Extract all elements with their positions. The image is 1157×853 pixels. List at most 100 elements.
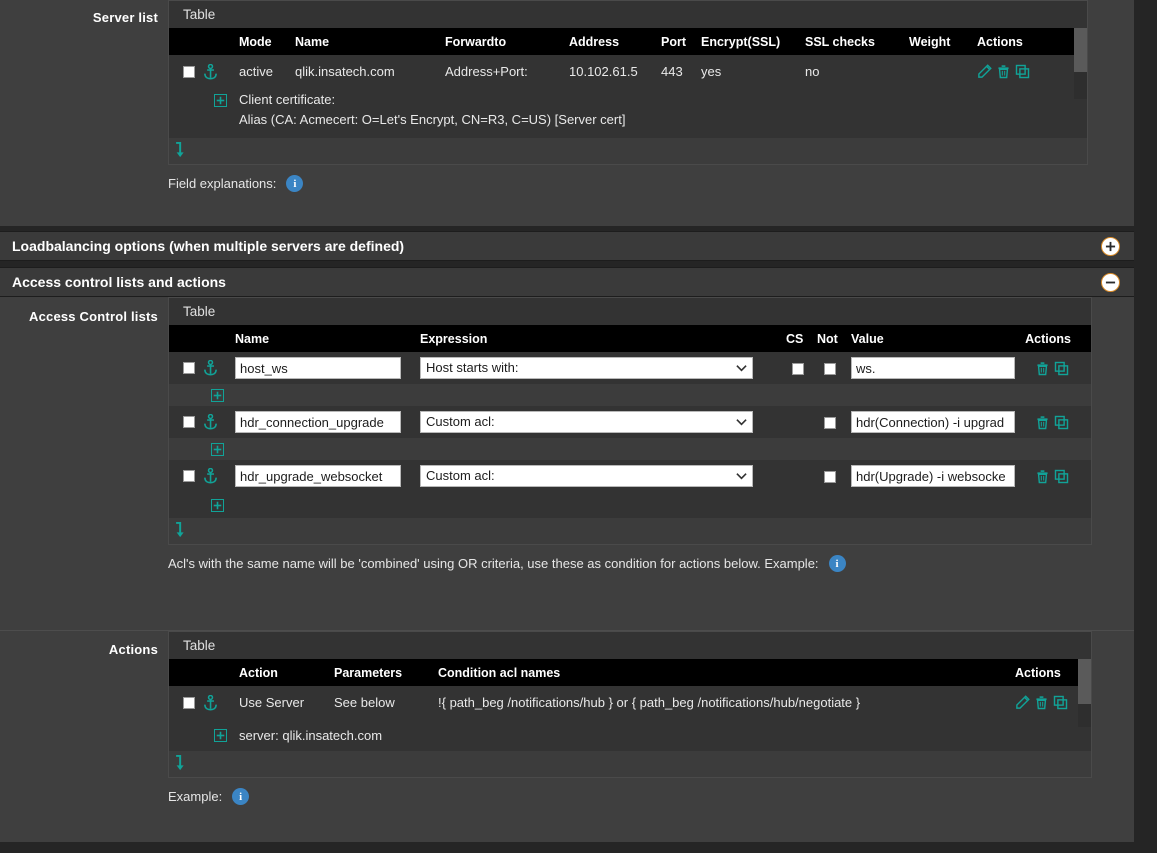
access-control-lists-panel: Access Control lists Table Name Expressi… xyxy=(0,297,1134,630)
actions-table-hint: Example: i xyxy=(168,778,1134,817)
col-actions: Actions xyxy=(1025,331,1071,346)
delete-icon[interactable] xyxy=(1035,361,1050,376)
col-encrypt-ssl: Encrypt(SSL) xyxy=(701,34,781,49)
insert-arrow-icon[interactable] xyxy=(175,755,188,773)
edit-icon[interactable] xyxy=(1015,695,1030,710)
anchor-icon[interactable] xyxy=(203,694,218,711)
acl-expression-value: Host starts with: xyxy=(426,360,519,375)
copy-icon[interactable] xyxy=(1054,361,1069,376)
col-name: Name xyxy=(295,34,330,49)
anchor-icon[interactable] xyxy=(203,468,218,484)
acl-expression-select[interactable]: Custom acl: xyxy=(420,465,753,487)
plus-icon[interactable] xyxy=(1101,236,1120,256)
anchor-icon[interactable] xyxy=(203,360,218,376)
acl-expression-select[interactable]: Custom acl: xyxy=(420,411,753,433)
actions-table-caption: Table xyxy=(169,632,1091,659)
scrollbar-thumb[interactable] xyxy=(1074,28,1087,72)
plus-expand-icon[interactable] xyxy=(214,94,227,107)
copy-icon[interactable] xyxy=(1015,64,1030,79)
section-title: Access control lists and actions xyxy=(12,274,226,290)
acl-cs-checkbox[interactable] xyxy=(791,363,804,376)
acl-name-input[interactable] xyxy=(235,465,401,487)
acl-value-input[interactable] xyxy=(851,357,1015,379)
info-icon[interactable]: i xyxy=(828,555,846,572)
acl-table-hint: Acl's with the same name will be 'combin… xyxy=(168,545,1134,584)
chevron-down-icon xyxy=(736,466,747,486)
scrollbar-thumb[interactable] xyxy=(1078,659,1091,704)
access-control-lists-label: Access Control lists xyxy=(29,309,158,324)
detail-line-1: server: qlik.insatech.com xyxy=(239,727,383,743)
acl-expression-value: Custom acl: xyxy=(426,414,495,429)
server-table-scrollbar[interactable] xyxy=(1074,28,1087,99)
server-table: Table Mode Name Forwardto Address Port E… xyxy=(168,0,1088,165)
delete-icon[interactable] xyxy=(1035,415,1050,430)
copy-icon[interactable] xyxy=(1053,695,1068,710)
acl-not-checkbox[interactable] xyxy=(824,471,836,484)
insert-arrow-icon[interactable] xyxy=(175,142,188,160)
col-not: Not xyxy=(817,331,838,346)
info-icon[interactable]: i xyxy=(232,788,250,805)
col-name: Name xyxy=(235,331,270,346)
cell-ssl-checks: no xyxy=(805,64,820,79)
acl-expression-select[interactable]: Host starts with: xyxy=(420,357,753,379)
col-parameters: Parameters xyxy=(334,665,403,680)
server-table-caption: Table xyxy=(169,1,1087,28)
col-condition-acl-names: Condition acl names xyxy=(438,665,561,680)
actions-table: Table Action Parameters Condition acl na… xyxy=(168,631,1092,778)
col-action: Action xyxy=(239,665,278,680)
acl-add-row xyxy=(169,492,1091,518)
acl-expression-value: Custom acl: xyxy=(426,468,495,483)
cell-parameters: See below xyxy=(334,695,395,710)
col-value: Value xyxy=(851,331,884,346)
server-table-footer xyxy=(169,138,1087,164)
info-icon[interactable]: i xyxy=(286,175,304,192)
delete-icon[interactable] xyxy=(996,64,1011,79)
cell-encrypt-ssl: yes xyxy=(701,64,722,79)
delete-icon[interactable] xyxy=(1035,469,1050,484)
detail-line-1: Client certificate: xyxy=(239,92,336,107)
insert-arrow-icon[interactable] xyxy=(175,522,188,540)
table-row: Host starts with: xyxy=(169,352,1091,384)
minus-icon[interactable] xyxy=(1101,272,1120,292)
col-weight: Weight xyxy=(909,34,951,49)
plus-expand-icon[interactable] xyxy=(211,388,224,402)
col-cs: CS xyxy=(786,331,804,346)
row-select-checkbox[interactable] xyxy=(183,470,195,482)
actions-table-header-row: Action Parameters Condition acl names Ac… xyxy=(169,659,1091,686)
section-header-access-control[interactable]: Access control lists and actions xyxy=(0,267,1134,297)
acl-name-input[interactable] xyxy=(235,411,401,433)
delete-icon[interactable] xyxy=(1034,695,1049,710)
row-select-checkbox[interactable] xyxy=(183,416,195,428)
acl-not-checkbox[interactable] xyxy=(824,363,836,376)
actions-table-scrollbar[interactable] xyxy=(1078,659,1091,727)
page-scrollbar[interactable] xyxy=(1134,0,1157,853)
acl-table-caption: Table xyxy=(169,298,1091,325)
row-select-checkbox[interactable] xyxy=(183,65,195,78)
plus-expand-icon[interactable] xyxy=(211,498,224,512)
col-ssl-checks: SSL checks xyxy=(805,34,875,49)
anchor-icon[interactable] xyxy=(203,414,218,430)
plus-expand-icon[interactable] xyxy=(214,728,227,742)
row-select-checkbox[interactable] xyxy=(183,696,195,709)
field-explanations-label: Field explanations: xyxy=(168,176,277,191)
acl-not-checkbox[interactable] xyxy=(824,417,836,430)
table-row: Custom acl: xyxy=(169,406,1091,438)
plus-expand-icon[interactable] xyxy=(211,442,224,456)
col-forwardto: Forwardto xyxy=(445,34,507,49)
acl-name-input[interactable] xyxy=(235,357,401,379)
copy-icon[interactable] xyxy=(1054,469,1069,484)
col-actions: Actions xyxy=(977,34,1023,49)
table-row-detail: server: qlik.insatech.com xyxy=(169,719,1091,751)
cell-address: 10.102.61.5 xyxy=(569,64,638,79)
acl-value-input[interactable] xyxy=(851,465,1015,487)
row-select-checkbox[interactable] xyxy=(183,362,195,374)
acl-insert-row xyxy=(169,438,1091,460)
server-table-hint: Field explanations: i xyxy=(168,165,1134,204)
acl-table: Table Name Expression CS Not Value Actio… xyxy=(168,297,1092,545)
section-header-loadbalancing[interactable]: Loadbalancing options (when multiple ser… xyxy=(0,231,1134,261)
anchor-icon[interactable] xyxy=(203,63,218,80)
edit-icon[interactable] xyxy=(977,64,992,79)
acl-table-footer xyxy=(169,518,1091,544)
copy-icon[interactable] xyxy=(1054,415,1069,430)
acl-value-input[interactable] xyxy=(851,411,1015,433)
